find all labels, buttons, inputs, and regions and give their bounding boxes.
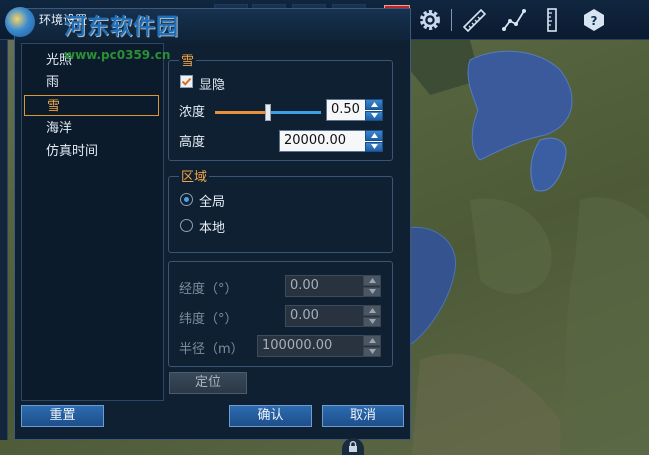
region-global-label[interactable]: 全局 [199,191,225,210]
category-list: 光照 雨 雪 海洋 仿真时间 [21,43,164,401]
height-spin-arrows [365,130,383,152]
caret-up-icon [370,132,378,138]
environment-settings-dialog: 环境设置 光照 雨 雪 海洋 仿真时间 雪 显隐 浓度 0.50 高度 2000… [14,8,411,440]
density-value: 0.50 [331,102,360,117]
locate-button: 定位 [169,372,247,394]
region-global-radio[interactable] [180,193,193,206]
caret-up-icon [368,277,376,283]
reset-button[interactable]: 重置 [21,405,104,427]
spin-up-button [363,305,381,316]
latitude-label: 纬度（°） [179,312,238,327]
watermark-site-name: 河东软件园 [64,14,180,40]
region-local-radio[interactable] [180,219,193,232]
caret-down-icon [370,113,378,119]
spin-down-button[interactable] [365,141,383,152]
longitude-spin-arrows [363,275,381,297]
spin-down-button[interactable] [365,110,383,121]
density-slider[interactable] [215,104,321,121]
caret-down-icon [368,349,376,355]
latitude-value: 0.00 [290,308,319,323]
help-button[interactable]: ? [580,6,608,34]
radius-spin-arrows [363,335,381,357]
ok-button[interactable]: 确认 [229,405,312,427]
caret-up-icon [368,307,376,313]
height-measure-button[interactable] [538,6,566,34]
caret-up-icon [368,337,376,343]
visible-label: 显隐 [199,78,226,93]
lock-button[interactable] [342,438,364,455]
caret-up-icon [370,101,378,107]
gear-icon [420,10,440,30]
density-spin-arrows [365,99,383,121]
longitude-spinbox: 0.00 [285,275,381,297]
longitude-label: 经度（°） [179,282,238,297]
caret-down-icon [368,289,376,295]
svg-text:?: ? [591,14,598,28]
path-measure-icon [502,9,526,31]
help-icon: ? [584,9,604,31]
ruler-vertical-icon [547,8,557,32]
local-params-section: 经度（°） 0.00 纬度（°） 0.00 半径（m） 100000.00 [168,261,393,367]
nav-item-ocean[interactable]: 海洋 [24,118,159,139]
caret-down-icon [368,319,376,325]
side-panel-strip [0,40,8,440]
height-spinbox[interactable]: 20000.00 [279,130,383,152]
visible-checkbox[interactable] [180,75,193,88]
longitude-value: 0.00 [290,278,319,293]
nav-item-simulation-time[interactable]: 仿真时间 [24,141,159,162]
latitude-spin-arrows [363,305,381,327]
radius-spinbox: 100000.00 [257,335,381,357]
height-label: 高度 [179,135,206,150]
density-spinbox[interactable]: 0.50 [326,99,383,121]
snow-section: 雪 显隐 浓度 0.50 高度 20000.00 [168,50,393,161]
toolbar-divider [451,9,452,31]
caret-down-icon [370,144,378,150]
region-local-label[interactable]: 本地 [199,217,225,236]
radius-value: 100000.00 [262,338,333,353]
radius-label: 半径（m） [179,342,244,357]
watermark-logo [5,7,35,37]
spin-down-button [363,346,381,357]
ruler-diagonal-icon [462,8,487,33]
check-icon [181,77,192,86]
spin-down-button [363,286,381,297]
spin-up-button[interactable] [365,99,383,110]
watermark-url: www.pc0359.cn [64,48,171,62]
density-slider-thumb[interactable] [265,104,271,121]
region-section: 区域 全局 本地 [168,166,393,253]
cancel-button[interactable]: 取消 [322,405,404,427]
spin-up-button [363,335,381,346]
density-label: 浓度 [179,105,206,120]
distance-measure-button[interactable] [460,6,488,34]
region-section-legend: 区域 [179,166,210,185]
lock-icon [349,441,357,452]
nav-item-snow[interactable]: 雪 [24,95,159,116]
height-value: 20000.00 [284,133,347,148]
settings-button[interactable] [416,6,444,34]
spin-up-button[interactable] [365,130,383,141]
snow-section-legend: 雪 [179,50,197,69]
spin-up-button [363,275,381,286]
spin-down-button [363,316,381,327]
nav-item-rain[interactable]: 雨 [24,72,159,93]
density-slider-fill [215,111,268,114]
path-measure-button[interactable] [500,6,528,34]
latitude-spinbox: 0.00 [285,305,381,327]
